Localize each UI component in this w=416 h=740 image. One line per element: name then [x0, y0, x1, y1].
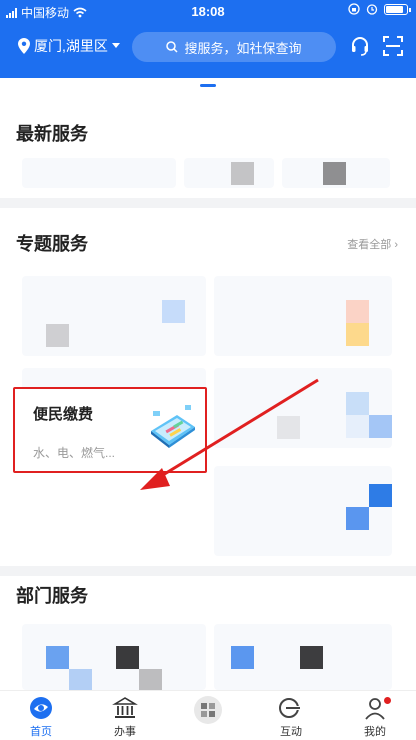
notification-dot: [384, 697, 391, 704]
center-logo-icon: [194, 696, 222, 724]
12345-icon: [279, 698, 300, 718]
app-screen: 中国移动 18:08 厦门,湖里区 搜服务，如社保查询 最新服务 专题服务 查看…: [0, 0, 416, 740]
tab-mine[interactable]: 我的: [340, 695, 410, 739]
tab-interact[interactable]: 互动: [256, 695, 326, 739]
bottom-tab-bar: 首页 办事 互动 我的: [0, 690, 416, 740]
tab-services[interactable]: 办事: [90, 695, 160, 739]
tab-home[interactable]: 首页: [6, 695, 76, 739]
annotation-arrow: [140, 378, 319, 490]
bank-icon: [112, 697, 138, 718]
home-icon: [30, 697, 52, 719]
tab-center[interactable]: [173, 695, 243, 727]
